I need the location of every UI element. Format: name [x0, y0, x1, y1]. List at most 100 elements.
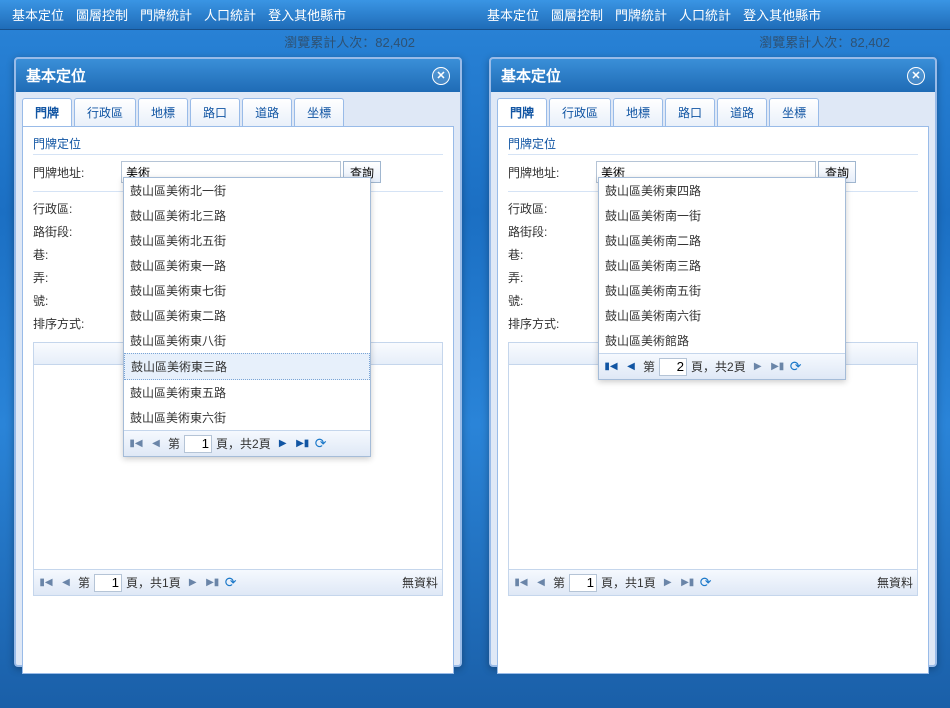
prev-page-icon[interactable]: ◀	[58, 575, 74, 591]
basic-location-panel: 基本定位 ✕ 門牌 行政區 地標 路口 道路 坐標 門牌定位 門牌地址: 查詢 …	[14, 57, 462, 667]
next-page-icon[interactable]: ▶	[660, 575, 676, 591]
dd-item[interactable]: 鼓山區美術南三路	[599, 253, 845, 278]
tab-bar: 門牌 行政區 地標 路口 道路 坐標	[491, 92, 935, 126]
tab-door[interactable]: 門牌	[497, 98, 547, 126]
tab-district[interactable]: 行政區	[549, 98, 611, 126]
refresh-icon[interactable]: ⟳	[225, 574, 237, 591]
dd-item[interactable]: 鼓山區美術北一街	[124, 178, 370, 203]
road-label: 路街段:	[508, 223, 596, 240]
district-label: 行政區:	[508, 200, 596, 217]
tab-intersection[interactable]: 路口	[665, 98, 715, 126]
dd-item[interactable]: 鼓山區美術北五街	[124, 228, 370, 253]
last-page-icon[interactable]: ▶▮	[680, 575, 696, 591]
dd-item[interactable]: 鼓山區美術東一路	[124, 253, 370, 278]
dd-pager-post: 頁，共2頁	[691, 358, 746, 375]
alley-label: 弄:	[508, 269, 596, 286]
results-grid: 查詢結果(點選門定位) ▮◀ ◀ 第 頁，共1頁 ▶ ▶▮ ⟳ 無資料	[508, 342, 918, 596]
last-page-icon[interactable]: ▶▮	[205, 575, 221, 591]
address-dropdown[interactable]: 鼓山區美術東四路 鼓山區美術南一街 鼓山區美術南二路 鼓山區美術南三路 鼓山區美…	[598, 177, 846, 380]
tab-intersection[interactable]: 路口	[190, 98, 240, 126]
tab-landmark[interactable]: 地標	[613, 98, 663, 126]
dd-refresh-icon[interactable]: ⟳	[790, 358, 802, 375]
pager-pre: 第	[78, 574, 90, 591]
menu-pop-stats[interactable]: 人口統計	[675, 3, 735, 26]
fieldset-label: 門牌定位	[33, 135, 443, 155]
number-label: 號:	[508, 292, 596, 309]
dd-first-icon[interactable]: ▮◀	[128, 436, 144, 452]
dd-item[interactable]: 鼓山區美術東五路	[124, 380, 370, 405]
top-menu: 基本定位 圖層控制 門牌統計 人口統計 登入其他縣市	[0, 0, 475, 30]
no-data-label: 無資料	[877, 574, 913, 591]
dd-refresh-icon[interactable]: ⟳	[315, 435, 327, 452]
dd-item[interactable]: 鼓山區美術南一街	[599, 203, 845, 228]
alley-label: 弄:	[33, 269, 121, 286]
dd-next-icon[interactable]: ▶	[275, 436, 291, 452]
tab-road[interactable]: 道路	[717, 98, 767, 126]
dd-item[interactable]: 鼓山區美術南六街	[599, 303, 845, 328]
pager-pre: 第	[553, 574, 565, 591]
close-icon[interactable]: ✕	[907, 67, 925, 85]
menu-pop-stats[interactable]: 人口統計	[200, 3, 260, 26]
visit-counter: 瀏覽累計人次：82,402	[475, 32, 950, 51]
dd-prev-icon[interactable]: ◀	[148, 436, 164, 452]
close-icon[interactable]: ✕	[432, 67, 450, 85]
lane-label: 巷:	[508, 246, 596, 263]
menu-login-other[interactable]: 登入其他縣市	[739, 3, 825, 26]
tab-district[interactable]: 行政區	[74, 98, 136, 126]
tab-road[interactable]: 道路	[242, 98, 292, 126]
tab-coord[interactable]: 坐標	[294, 98, 344, 126]
results-body	[509, 365, 917, 569]
menu-door-stats[interactable]: 門牌統計	[611, 3, 671, 26]
first-page-icon[interactable]: ▮◀	[513, 575, 529, 591]
next-page-icon[interactable]: ▶	[185, 575, 201, 591]
dd-page-input[interactable]	[659, 358, 687, 376]
pager-page-input[interactable]	[94, 574, 122, 592]
menu-basic[interactable]: 基本定位	[483, 3, 543, 26]
lane-label: 巷:	[33, 246, 121, 263]
dd-item[interactable]: 鼓山區美術東二路	[124, 303, 370, 328]
dd-item[interactable]: 鼓山區美術東六街	[124, 405, 370, 430]
dd-item-highlight[interactable]: 鼓山區美術東三路	[124, 353, 370, 380]
addr-label: 門牌地址:	[33, 164, 121, 181]
tab-coord[interactable]: 坐標	[769, 98, 819, 126]
refresh-icon[interactable]: ⟳	[700, 574, 712, 591]
dd-item[interactable]: 鼓山區美術東八街	[124, 328, 370, 353]
dd-next-icon[interactable]: ▶	[750, 359, 766, 375]
dd-item[interactable]: 鼓山區美術北三路	[124, 203, 370, 228]
top-menu: 基本定位 圖層控制 門牌統計 人口統計 登入其他縣市	[475, 0, 950, 30]
first-page-icon[interactable]: ▮◀	[38, 575, 54, 591]
prev-page-icon[interactable]: ◀	[533, 575, 549, 591]
menu-door-stats[interactable]: 門牌統計	[136, 3, 196, 26]
dd-item[interactable]: 鼓山區美術南二路	[599, 228, 845, 253]
visit-counter: 瀏覽累計人次：82,402	[0, 32, 475, 51]
dd-item[interactable]: 鼓山區美術東四路	[599, 178, 845, 203]
address-dropdown[interactable]: 鼓山區美術北一街 鼓山區美術北三路 鼓山區美術北五街 鼓山區美術東一路 鼓山區美…	[123, 177, 371, 457]
panel-title: 基本定位	[26, 65, 86, 86]
dd-item[interactable]: 鼓山區美術東七街	[124, 278, 370, 303]
pager-post: 頁，共1頁	[601, 574, 656, 591]
pager-page-input[interactable]	[569, 574, 597, 592]
menu-login-other[interactable]: 登入其他縣市	[264, 3, 350, 26]
dd-item[interactable]: 鼓山區美術南五街	[599, 278, 845, 303]
fieldset-label: 門牌定位	[508, 135, 918, 155]
dd-last-icon[interactable]: ▶▮	[770, 359, 786, 375]
road-label: 路街段:	[33, 223, 121, 240]
dd-item[interactable]: 鼓山區美術館路	[599, 328, 845, 353]
dd-page-input[interactable]	[184, 435, 212, 453]
dd-last-icon[interactable]: ▶▮	[295, 436, 311, 452]
dd-prev-icon[interactable]: ◀	[623, 359, 639, 375]
number-label: 號:	[33, 292, 121, 309]
dd-first-icon[interactable]: ▮◀	[603, 359, 619, 375]
dd-pager-post: 頁，共2頁	[216, 435, 271, 452]
tab-door[interactable]: 門牌	[22, 98, 72, 126]
menu-basic[interactable]: 基本定位	[8, 3, 68, 26]
pager-post: 頁，共1頁	[126, 574, 181, 591]
tab-landmark[interactable]: 地標	[138, 98, 188, 126]
dd-pager-pre: 第	[168, 435, 180, 452]
dd-pager-pre: 第	[643, 358, 655, 375]
panel-title: 基本定位	[501, 65, 561, 86]
district-label: 行政區:	[33, 200, 121, 217]
menu-layers[interactable]: 圖層控制	[72, 3, 132, 26]
addr-label: 門牌地址:	[508, 164, 596, 181]
menu-layers[interactable]: 圖層控制	[547, 3, 607, 26]
